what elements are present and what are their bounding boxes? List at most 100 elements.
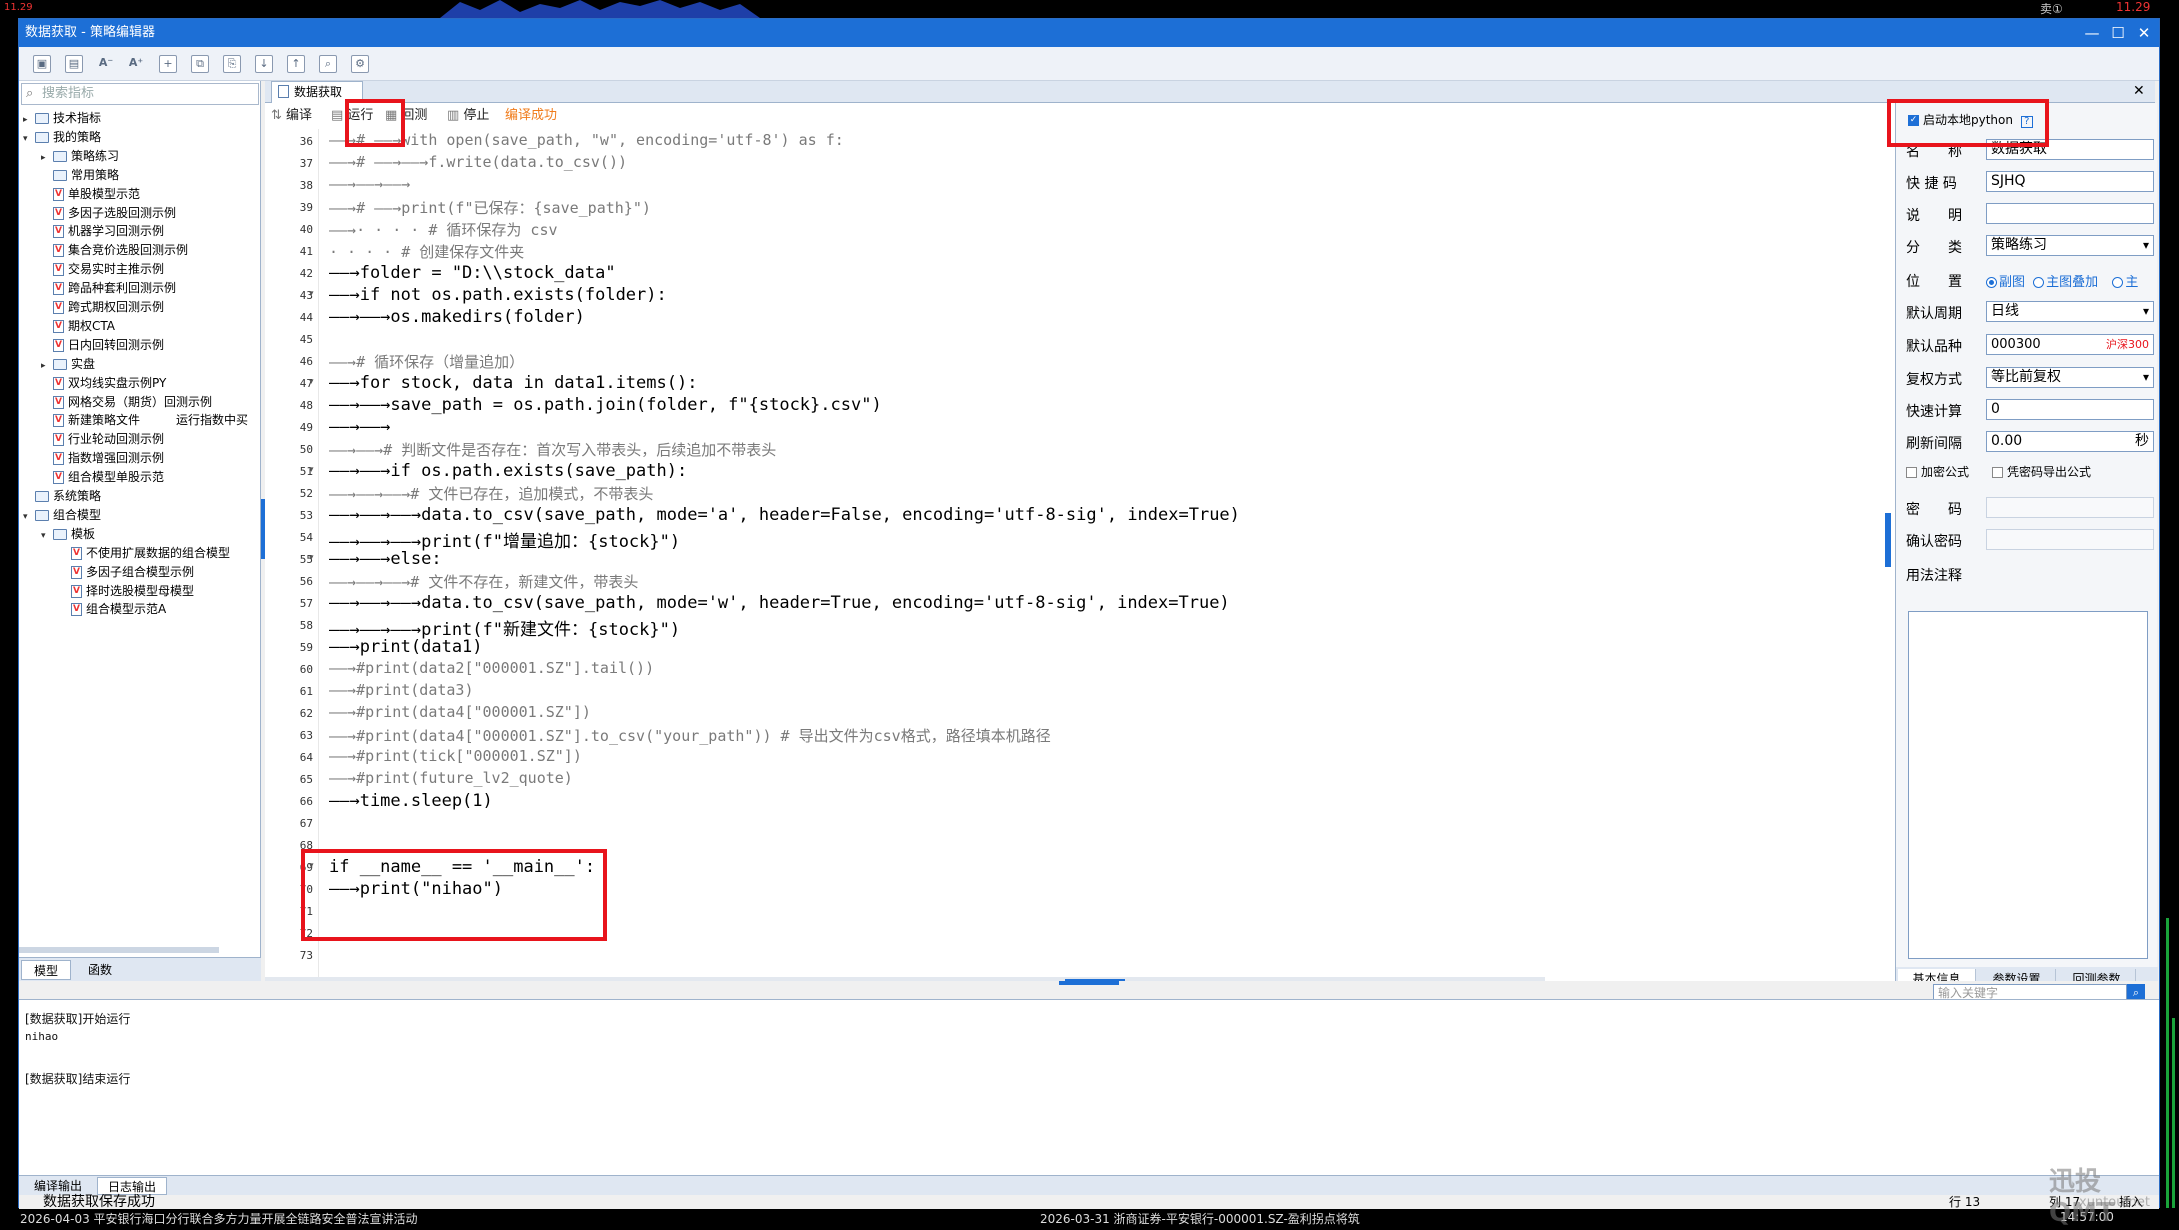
tree-item-label: 多因子选股回测示例 xyxy=(68,205,177,220)
adjust-select[interactable]: 等比前复权 xyxy=(1986,367,2154,388)
output-splitter-handle[interactable] xyxy=(1059,981,1119,985)
name-field[interactable]: 数据获取 xyxy=(1986,139,2154,160)
tree-hscrollbar[interactable] xyxy=(19,947,219,953)
font-decrease-icon[interactable]: A⁻ xyxy=(97,55,115,73)
confirm-password-field[interactable] xyxy=(1986,529,2154,550)
tree-item[interactable]: ▸ 策略练习 xyxy=(41,147,119,165)
tree-item[interactable]: V 网格交易（期货）回测示例 xyxy=(41,393,212,411)
period-select[interactable]: 日线 xyxy=(1986,301,2154,322)
tab-log-output[interactable]: 日志输出 xyxy=(97,1177,167,1195)
tree-item-extra: 运行指数中买 xyxy=(176,413,249,428)
expand-down-icon[interactable]: ▾ xyxy=(23,130,35,148)
tree-item[interactable]: ▸ 技术指标 xyxy=(23,109,101,127)
paste-icon[interactable]: ⎘ xyxy=(223,55,241,73)
radio-main-overlay[interactable]: 主图叠加 xyxy=(2033,275,2098,290)
refresh-label: 刷新间隔 xyxy=(1906,436,1962,452)
close-tab-icon[interactable]: ✕ xyxy=(2133,83,2145,99)
tree-item[interactable]: ▸ 实盘 xyxy=(41,355,95,373)
save-all-icon[interactable]: ▤ xyxy=(65,55,83,73)
title-bar[interactable]: 数据获取 - 策略编辑器 — ☐ ✕ xyxy=(19,19,2159,47)
instrument-tag: 沪深300 xyxy=(2106,338,2149,351)
tree-item-label: 期权CTA xyxy=(68,318,115,333)
local-python-toggle[interactable]: ✓ 启动本地python ? xyxy=(1908,111,2033,128)
save-icon[interactable]: ▣ xyxy=(33,55,51,73)
tree-item-label: 网格交易（期货）回测示例 xyxy=(68,394,213,409)
tab-compile-output[interactable]: 编译输出 xyxy=(23,1177,93,1195)
stop-label: 停止 xyxy=(463,108,490,123)
tree-item[interactable]: V 择时选股模型母模型 xyxy=(59,582,194,600)
find-icon[interactable]: ⌕ xyxy=(319,55,337,73)
tree-item-label: 实盘 xyxy=(71,356,96,371)
export-icon[interactable]: ↑ xyxy=(287,55,305,73)
tree-item[interactable]: V 单股模型示范 xyxy=(41,185,140,203)
folder-icon xyxy=(35,131,49,143)
refresh-field[interactable]: 0.00 秒 xyxy=(1986,431,2154,452)
notes-textarea[interactable] xyxy=(1908,611,2148,959)
tree-item[interactable]: V 多因子组合模型示例 xyxy=(59,563,194,581)
tree-item[interactable]: V 指数增强回测示例 xyxy=(41,449,164,467)
tree-item[interactable]: V 跨式期权回测示例 xyxy=(41,298,164,316)
radio-main[interactable]: 主 xyxy=(2112,275,2138,290)
copy-icon[interactable]: ⧉ xyxy=(191,55,209,73)
tab-functions[interactable]: 函数 xyxy=(75,960,125,980)
tree-item[interactable]: V 集合竞价选股回测示例 xyxy=(41,241,188,259)
expand-right-icon[interactable]: ▸ xyxy=(41,357,53,375)
tree-item[interactable]: V 组合模型示范A xyxy=(59,600,166,618)
run-button[interactable]: ▤ 运行 xyxy=(331,107,373,125)
tab-model[interactable]: 模型 xyxy=(21,960,71,980)
radio-subchart[interactable]: 副图 xyxy=(1986,275,2025,290)
tree-item[interactable]: ▾ 模板 xyxy=(41,525,95,543)
stop-button[interactable]: ▥ 停止 xyxy=(447,107,489,125)
fastcalc-field[interactable]: 0 xyxy=(1986,399,2154,420)
tree-item[interactable]: 常用策略 xyxy=(41,166,119,184)
minimize-button[interactable]: — xyxy=(2079,19,2105,47)
tree-item-label: 常用策略 xyxy=(71,167,120,182)
tree-item[interactable]: V 组合模型单股示范 xyxy=(41,468,164,486)
shortcut-field[interactable]: SJHQ xyxy=(1986,171,2154,192)
run-icon: ▤ xyxy=(331,108,348,123)
checkbox-checked-icon[interactable]: ✓ xyxy=(1908,115,1919,126)
help-icon[interactable]: ? xyxy=(2020,116,2033,128)
tree-item[interactable]: V 行业轮动回测示例 xyxy=(41,430,164,448)
tree-item[interactable]: 系统策略 xyxy=(23,487,101,505)
news-item-mid[interactable]: 2026-03-31 浙商证券-平安银行-000001.SZ-盈利拐点将筑 xyxy=(1040,1210,1360,1227)
settings-icon[interactable]: ⚙ xyxy=(351,55,369,73)
encrypt-checkbox[interactable]: 加密公式 xyxy=(1906,463,1969,480)
category-select[interactable]: 策略练习 xyxy=(1986,235,2154,256)
expand-down-icon[interactable]: ▾ xyxy=(23,508,35,526)
tree-item[interactable]: V 新建策略文件 运行指数中买 xyxy=(41,411,248,429)
news-item-left[interactable]: 2026-04-03 平安银行海口分行联合多方力量开展全链路安全普法宣讲活动 xyxy=(20,1210,418,1227)
tree-item[interactable]: V 机器学习回测示例 xyxy=(41,222,164,240)
tree-item-label: 多因子组合模型示例 xyxy=(86,564,195,579)
code-editor[interactable]: 36 37 38 39 40 41 42 43 ▾ 44 45 46 47 ▾ 48 49 50 51 ▾ 52 53 5… xyxy=(265,129,1895,991)
tree-item[interactable]: V 期权CTA xyxy=(41,317,115,335)
tab-data-fetch[interactable]: 数据获取 xyxy=(271,81,363,103)
tree-item[interactable]: V 双均线实盘示例PY xyxy=(41,374,166,392)
editor-toolbar: ⇅ 编译 ▤ 运行 ▦ 回测 ▥ 停止 编译成功 xyxy=(265,103,1895,129)
import-icon[interactable]: ↓ xyxy=(255,55,273,73)
backtest-button[interactable]: ▦ 回测 xyxy=(385,107,427,125)
new-file-icon[interactable]: + xyxy=(159,55,177,73)
output-console[interactable]: [数据获取]开始运行 nihao [数据获取]结束运行 xyxy=(19,999,2159,1175)
tree-item[interactable]: V 交易实时主推示例 xyxy=(41,260,164,278)
expand-right-icon[interactable]: ▸ xyxy=(23,111,35,129)
instrument-field[interactable]: 000300 沪深300 xyxy=(1986,334,2154,355)
tree-item[interactable]: V 跨品种套利回测示例 xyxy=(41,279,176,297)
font-increase-icon[interactable]: A⁺ xyxy=(127,55,145,73)
password-field[interactable] xyxy=(1986,497,2154,518)
expand-right-icon[interactable]: ▸ xyxy=(41,149,53,167)
desc-field[interactable] xyxy=(1986,203,2154,224)
tree-item[interactable]: ▾ 我的策略 xyxy=(23,128,101,146)
tree-item[interactable]: V 日内回转回测示例 xyxy=(41,336,164,354)
export-pwd-checkbox[interactable]: 凭密码导出公式 xyxy=(1992,463,2091,480)
maximize-button[interactable]: ☐ xyxy=(2105,19,2131,47)
tree-item[interactable]: ▾ 组合模型 xyxy=(23,506,101,524)
right-splitter-handle[interactable] xyxy=(1885,513,1891,567)
tree-item-label: 机器学习回测示例 xyxy=(68,224,165,239)
expand-down-icon[interactable]: ▾ xyxy=(41,527,53,545)
tree-item[interactable]: V 多因子选股回测示例 xyxy=(41,204,176,222)
indicator-search-input[interactable]: ⌕ 搜索指标 xyxy=(21,83,259,105)
tree-item[interactable]: V 不使用扩展数据的组合模型 xyxy=(59,544,230,562)
close-button[interactable]: ✕ xyxy=(2131,19,2157,47)
compile-button[interactable]: ⇅ 编译 xyxy=(271,107,312,125)
